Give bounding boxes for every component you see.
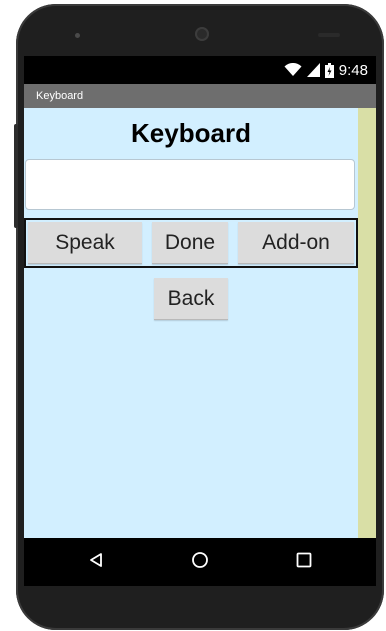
speak-button[interactable]: Speak: [28, 222, 142, 264]
home-circle-icon: [191, 551, 209, 574]
signal-icon: [306, 63, 320, 77]
navigation-bar: [24, 538, 376, 586]
app-screen: Keyboard Speak Done Add-on Back: [24, 108, 358, 538]
earpiece-dot: [75, 33, 80, 38]
status-bar: 9:48: [24, 56, 376, 84]
status-icons: 9:48: [284, 56, 368, 84]
nav-recent-button[interactable]: [274, 538, 334, 586]
app-title-bar: Keyboard: [24, 84, 376, 108]
recent-square-icon: [296, 552, 312, 573]
done-button[interactable]: Done: [152, 222, 228, 264]
front-camera: [195, 27, 209, 41]
proximity-sensor: [318, 33, 340, 37]
add-on-button[interactable]: Add-on: [238, 222, 354, 264]
button-row: Speak Done Add-on: [24, 218, 358, 268]
scroll-strip: [358, 108, 376, 538]
back-button[interactable]: Back: [154, 278, 228, 320]
nav-back-button[interactable]: [66, 538, 126, 586]
clock-time: 9:48: [338, 61, 368, 79]
phone-side-button: [14, 124, 18, 228]
nav-home-button[interactable]: [170, 538, 230, 586]
wifi-icon: [284, 63, 302, 77]
battery-icon: [324, 62, 334, 78]
page-title: Keyboard: [131, 118, 251, 148]
back-triangle-icon: [88, 552, 104, 573]
text-input-field[interactable]: [25, 159, 355, 210]
